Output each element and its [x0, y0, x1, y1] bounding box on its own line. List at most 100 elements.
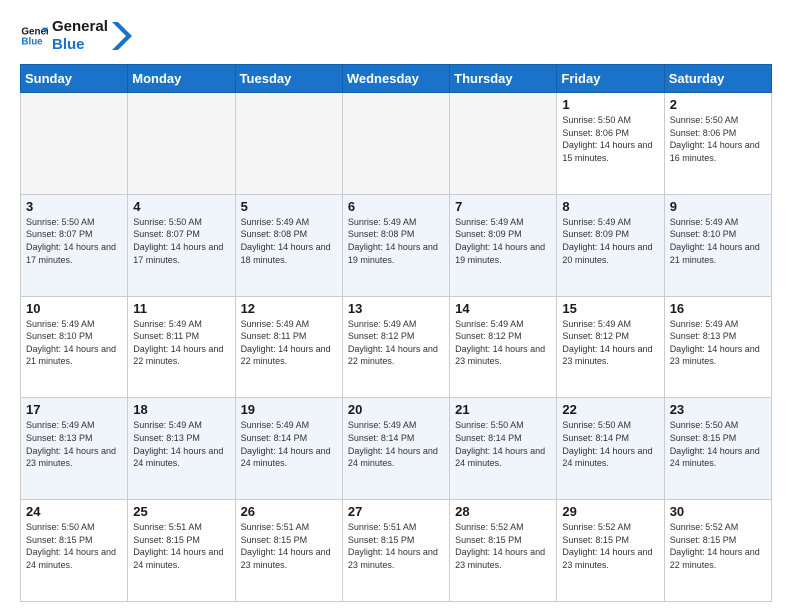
calendar-cell: 17 Sunrise: 5:49 AMSunset: 8:13 PMDaylig… [21, 398, 128, 500]
day-number: 1 [562, 97, 658, 112]
calendar-cell: 16 Sunrise: 5:49 AMSunset: 8:13 PMDaylig… [664, 296, 771, 398]
day-number: 5 [241, 199, 337, 214]
day-info: Sunrise: 5:50 AMSunset: 8:06 PMDaylight:… [670, 114, 766, 164]
day-number: 29 [562, 504, 658, 519]
calendar-cell: 1 Sunrise: 5:50 AMSunset: 8:06 PMDayligh… [557, 93, 664, 195]
day-info: Sunrise: 5:49 AMSunset: 8:10 PMDaylight:… [670, 216, 766, 266]
day-number: 28 [455, 504, 551, 519]
day-info: Sunrise: 5:49 AMSunset: 8:13 PMDaylight:… [133, 419, 229, 469]
calendar-cell: 23 Sunrise: 5:50 AMSunset: 8:15 PMDaylig… [664, 398, 771, 500]
day-info: Sunrise: 5:49 AMSunset: 8:10 PMDaylight:… [26, 318, 122, 368]
day-info: Sunrise: 5:49 AMSunset: 8:08 PMDaylight:… [241, 216, 337, 266]
calendar-header-day: Friday [557, 65, 664, 93]
day-number: 10 [26, 301, 122, 316]
day-info: Sunrise: 5:49 AMSunset: 8:12 PMDaylight:… [455, 318, 551, 368]
day-info: Sunrise: 5:50 AMSunset: 8:15 PMDaylight:… [26, 521, 122, 571]
calendar-body: 1 Sunrise: 5:50 AMSunset: 8:06 PMDayligh… [21, 93, 772, 602]
calendar-cell: 30 Sunrise: 5:52 AMSunset: 8:15 PMDaylig… [664, 500, 771, 602]
day-number: 7 [455, 199, 551, 214]
day-number: 15 [562, 301, 658, 316]
calendar-cell: 4 Sunrise: 5:50 AMSunset: 8:07 PMDayligh… [128, 194, 235, 296]
calendar-cell: 24 Sunrise: 5:50 AMSunset: 8:15 PMDaylig… [21, 500, 128, 602]
day-info: Sunrise: 5:51 AMSunset: 8:15 PMDaylight:… [348, 521, 444, 571]
day-info: Sunrise: 5:50 AMSunset: 8:06 PMDaylight:… [562, 114, 658, 164]
calendar-cell: 6 Sunrise: 5:49 AMSunset: 8:08 PMDayligh… [342, 194, 449, 296]
calendar-cell: 26 Sunrise: 5:51 AMSunset: 8:15 PMDaylig… [235, 500, 342, 602]
day-info: Sunrise: 5:49 AMSunset: 8:09 PMDaylight:… [455, 216, 551, 266]
calendar-cell: 13 Sunrise: 5:49 AMSunset: 8:12 PMDaylig… [342, 296, 449, 398]
svg-text:Blue: Blue [21, 36, 43, 47]
calendar-cell: 12 Sunrise: 5:49 AMSunset: 8:11 PMDaylig… [235, 296, 342, 398]
calendar-cell: 28 Sunrise: 5:52 AMSunset: 8:15 PMDaylig… [450, 500, 557, 602]
day-info: Sunrise: 5:49 AMSunset: 8:11 PMDaylight:… [133, 318, 229, 368]
day-number: 25 [133, 504, 229, 519]
day-info: Sunrise: 5:50 AMSunset: 8:07 PMDaylight:… [26, 216, 122, 266]
calendar-week-row: 24 Sunrise: 5:50 AMSunset: 8:15 PMDaylig… [21, 500, 772, 602]
day-number: 11 [133, 301, 229, 316]
calendar-cell: 29 Sunrise: 5:52 AMSunset: 8:15 PMDaylig… [557, 500, 664, 602]
calendar-cell [128, 93, 235, 195]
day-number: 9 [670, 199, 766, 214]
day-info: Sunrise: 5:49 AMSunset: 8:12 PMDaylight:… [348, 318, 444, 368]
calendar-week-row: 1 Sunrise: 5:50 AMSunset: 8:06 PMDayligh… [21, 93, 772, 195]
calendar-cell: 9 Sunrise: 5:49 AMSunset: 8:10 PMDayligh… [664, 194, 771, 296]
day-info: Sunrise: 5:49 AMSunset: 8:08 PMDaylight:… [348, 216, 444, 266]
day-number: 27 [348, 504, 444, 519]
day-number: 2 [670, 97, 766, 112]
day-number: 12 [241, 301, 337, 316]
calendar-week-row: 10 Sunrise: 5:49 AMSunset: 8:10 PMDaylig… [21, 296, 772, 398]
calendar-cell [21, 93, 128, 195]
day-number: 24 [26, 504, 122, 519]
calendar-header-day: Thursday [450, 65, 557, 93]
day-info: Sunrise: 5:51 AMSunset: 8:15 PMDaylight:… [241, 521, 337, 571]
day-info: Sunrise: 5:50 AMSunset: 8:15 PMDaylight:… [670, 419, 766, 469]
logo: General Blue General Blue [20, 18, 132, 54]
logo-line1: General [52, 18, 108, 36]
calendar-cell: 10 Sunrise: 5:49 AMSunset: 8:10 PMDaylig… [21, 296, 128, 398]
calendar-header-row: SundayMondayTuesdayWednesdayThursdayFrid… [21, 65, 772, 93]
day-number: 26 [241, 504, 337, 519]
day-number: 18 [133, 402, 229, 417]
calendar-cell: 11 Sunrise: 5:49 AMSunset: 8:11 PMDaylig… [128, 296, 235, 398]
day-number: 13 [348, 301, 444, 316]
calendar-cell: 3 Sunrise: 5:50 AMSunset: 8:07 PMDayligh… [21, 194, 128, 296]
calendar-week-row: 17 Sunrise: 5:49 AMSunset: 8:13 PMDaylig… [21, 398, 772, 500]
day-number: 16 [670, 301, 766, 316]
calendar-cell: 19 Sunrise: 5:49 AMSunset: 8:14 PMDaylig… [235, 398, 342, 500]
day-number: 8 [562, 199, 658, 214]
calendar-cell: 5 Sunrise: 5:49 AMSunset: 8:08 PMDayligh… [235, 194, 342, 296]
day-number: 3 [26, 199, 122, 214]
calendar-cell [342, 93, 449, 195]
day-info: Sunrise: 5:49 AMSunset: 8:12 PMDaylight:… [562, 318, 658, 368]
calendar-header-day: Wednesday [342, 65, 449, 93]
calendar-cell: 22 Sunrise: 5:50 AMSunset: 8:14 PMDaylig… [557, 398, 664, 500]
day-number: 21 [455, 402, 551, 417]
day-info: Sunrise: 5:49 AMSunset: 8:11 PMDaylight:… [241, 318, 337, 368]
calendar-header-day: Sunday [21, 65, 128, 93]
calendar-cell: 21 Sunrise: 5:50 AMSunset: 8:14 PMDaylig… [450, 398, 557, 500]
day-number: 4 [133, 199, 229, 214]
day-info: Sunrise: 5:49 AMSunset: 8:13 PMDaylight:… [670, 318, 766, 368]
day-info: Sunrise: 5:50 AMSunset: 8:14 PMDaylight:… [455, 419, 551, 469]
calendar-cell: 8 Sunrise: 5:49 AMSunset: 8:09 PMDayligh… [557, 194, 664, 296]
day-info: Sunrise: 5:52 AMSunset: 8:15 PMDaylight:… [455, 521, 551, 571]
page: General Blue General Blue SundayMondayTu… [0, 0, 792, 612]
day-info: Sunrise: 5:49 AMSunset: 8:09 PMDaylight:… [562, 216, 658, 266]
calendar-table: SundayMondayTuesdayWednesdayThursdayFrid… [20, 64, 772, 602]
header: General Blue General Blue [20, 18, 772, 54]
day-info: Sunrise: 5:49 AMSunset: 8:14 PMDaylight:… [241, 419, 337, 469]
calendar-cell: 2 Sunrise: 5:50 AMSunset: 8:06 PMDayligh… [664, 93, 771, 195]
calendar-cell: 14 Sunrise: 5:49 AMSunset: 8:12 PMDaylig… [450, 296, 557, 398]
calendar-header-day: Monday [128, 65, 235, 93]
day-info: Sunrise: 5:51 AMSunset: 8:15 PMDaylight:… [133, 521, 229, 571]
day-info: Sunrise: 5:50 AMSunset: 8:14 PMDaylight:… [562, 419, 658, 469]
calendar-cell: 20 Sunrise: 5:49 AMSunset: 8:14 PMDaylig… [342, 398, 449, 500]
day-number: 23 [670, 402, 766, 417]
day-info: Sunrise: 5:52 AMSunset: 8:15 PMDaylight:… [562, 521, 658, 571]
calendar-cell: 27 Sunrise: 5:51 AMSunset: 8:15 PMDaylig… [342, 500, 449, 602]
calendar-cell [235, 93, 342, 195]
logo-chevron-icon [112, 22, 132, 50]
calendar-header-day: Saturday [664, 65, 771, 93]
calendar-cell: 25 Sunrise: 5:51 AMSunset: 8:15 PMDaylig… [128, 500, 235, 602]
day-number: 30 [670, 504, 766, 519]
